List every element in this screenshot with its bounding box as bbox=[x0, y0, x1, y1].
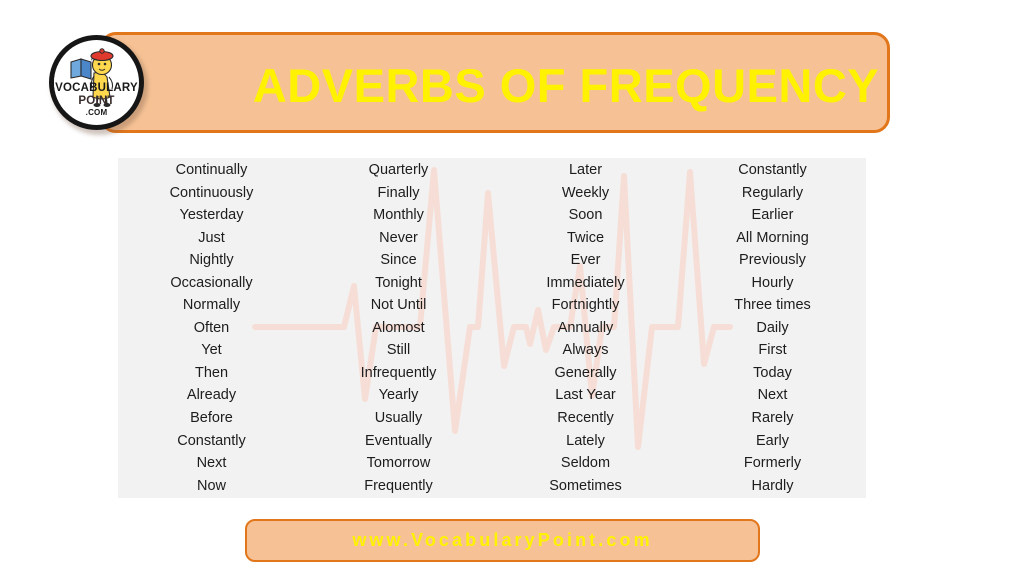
word-item: Now bbox=[196, 477, 226, 494]
word-item: Yearly bbox=[378, 387, 419, 404]
word-item: Soon bbox=[568, 207, 603, 224]
word-item: Sometimes bbox=[549, 477, 622, 494]
logo-text-vocabulary: VOCABULARY bbox=[55, 82, 138, 94]
word-item: Yesterday bbox=[179, 207, 244, 224]
footer-banner[interactable]: www.VocabularyPoint.com bbox=[245, 519, 760, 562]
site-logo[interactable]: VOCABULARY POINT .COM bbox=[47, 33, 150, 136]
word-column-1: Continually Continuously Yesterday Just … bbox=[118, 159, 305, 498]
word-item: Regularly bbox=[741, 184, 804, 201]
word-item: Next bbox=[757, 387, 788, 404]
word-item: Quarterly bbox=[368, 162, 429, 178]
word-item: Before bbox=[190, 410, 233, 427]
word-item: Never bbox=[379, 229, 418, 246]
word-item: Twice bbox=[566, 229, 605, 246]
logo-disc: VOCABULARY POINT .COM bbox=[54, 40, 139, 125]
word-item: Alomost bbox=[372, 319, 425, 336]
word-item: Hourly bbox=[751, 274, 794, 291]
word-item: Already bbox=[186, 387, 237, 404]
word-item: Just bbox=[198, 229, 225, 246]
word-column-3: Later Weekly Soon Twice Ever Immediately… bbox=[492, 159, 679, 498]
word-item: Later bbox=[568, 162, 603, 178]
word-item: Earlier bbox=[751, 207, 794, 224]
word-item: Constantly bbox=[177, 432, 246, 449]
word-item: Continuously bbox=[169, 184, 254, 201]
word-item: Lately bbox=[566, 432, 605, 449]
word-item: Ever bbox=[570, 252, 601, 269]
word-item: Tonight bbox=[375, 274, 422, 291]
word-item: Constantly bbox=[738, 162, 807, 178]
word-item: Continually bbox=[175, 162, 248, 178]
word-item: Eventually bbox=[365, 432, 432, 449]
word-item: First bbox=[758, 342, 787, 359]
word-item: Last Year bbox=[555, 387, 616, 404]
logo-text-point: POINT bbox=[78, 95, 115, 107]
word-item: Seldom bbox=[560, 455, 611, 472]
word-columns: Continually Continuously Yesterday Just … bbox=[118, 158, 866, 498]
word-item: Tomorrow bbox=[366, 455, 431, 472]
header-banner: ADVERBS OF FREQUENCY bbox=[100, 32, 890, 133]
word-item: All Morning bbox=[736, 229, 809, 246]
word-item: Often bbox=[193, 319, 230, 336]
word-item: Always bbox=[562, 342, 609, 359]
word-item: Still bbox=[386, 342, 411, 359]
word-item: Generally bbox=[554, 364, 617, 381]
word-item: Infrequently bbox=[360, 364, 437, 381]
word-item: Nightly bbox=[189, 252, 234, 269]
page-title: ADVERBS OF FREQUENCY bbox=[252, 59, 880, 112]
word-column-4: Constantly Regularly Earlier All Morning… bbox=[679, 159, 866, 498]
logo-text-com: .COM bbox=[85, 108, 108, 117]
word-item: Formerly bbox=[743, 455, 802, 472]
word-item: Usually bbox=[374, 410, 423, 427]
word-item: Occasionally bbox=[170, 274, 253, 291]
word-item: Since bbox=[380, 252, 417, 269]
word-item: Yet bbox=[201, 342, 222, 359]
word-item: Previously bbox=[739, 252, 806, 269]
word-item: Frequently bbox=[364, 477, 433, 494]
word-item: Daily bbox=[756, 319, 789, 336]
word-column-2: Quarterly Finally Monthly Never Since To… bbox=[305, 159, 492, 498]
word-list-panel: Continually Continuously Yesterday Just … bbox=[118, 158, 866, 498]
word-item: Next bbox=[196, 455, 227, 472]
word-item: Annually bbox=[557, 319, 614, 336]
word-item: Rarely bbox=[751, 410, 794, 427]
word-item: Then bbox=[194, 364, 229, 381]
word-item: Monthly bbox=[373, 207, 424, 224]
word-item: Not Until bbox=[370, 297, 427, 314]
word-item: Recently bbox=[557, 410, 614, 427]
word-item: Three times bbox=[734, 297, 811, 314]
word-item: Finally bbox=[377, 184, 420, 201]
word-item: Today bbox=[753, 364, 792, 381]
word-item: Weekly bbox=[561, 184, 610, 201]
word-item: Fortnightly bbox=[551, 297, 620, 314]
website-url-text: www.VocabularyPoint.com bbox=[352, 530, 653, 550]
word-item: Hardly bbox=[751, 477, 794, 494]
word-item: Immediately bbox=[546, 274, 625, 291]
word-item: Early bbox=[755, 432, 790, 449]
word-item: Normally bbox=[182, 297, 241, 314]
